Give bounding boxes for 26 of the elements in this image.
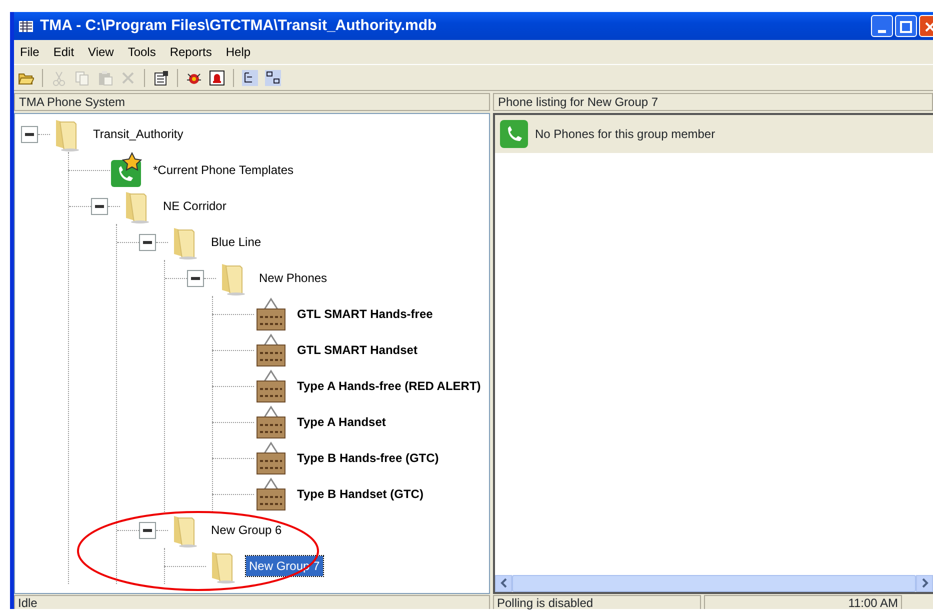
menu-item[interactable]: Tools (128, 43, 156, 61)
tree-item[interactable]: *Current Phone Templates (150, 160, 297, 180)
tree-item[interactable]: GTL SMART Handset (294, 340, 420, 360)
tree-item[interactable]: Type A Handset (294, 412, 389, 432)
status-text: 11:00 AM (704, 595, 902, 609)
tree-item[interactable]: Type B Handset (GTC) (294, 484, 426, 504)
tree-item[interactable]: New Group 6 (208, 520, 285, 540)
pane-header: TMA Phone System (14, 93, 490, 111)
menu-item[interactable]: View (88, 43, 114, 61)
tree-item[interactable]: Transit_Authority (90, 124, 186, 144)
menu-item[interactable]: Edit (53, 43, 74, 61)
tree-item[interactable]: NE Corridor (160, 196, 230, 216)
tree-item[interactable]: New Group 7 (246, 556, 323, 576)
window-title: TMA - C:\Program Files\GTCTMA\Transit_Authority.mdb (40, 16, 437, 36)
tree-item[interactable]: Blue Line (208, 232, 264, 252)
pane-header: Phone listing for New Group 7 (493, 93, 933, 111)
tree-item[interactable]: GTL SMART Hands-free (294, 304, 436, 324)
menu-item[interactable]: File (20, 43, 40, 61)
menu-item[interactable]: Help (226, 43, 251, 61)
status-text: Idle (14, 595, 490, 609)
menu-item[interactable]: Reports (170, 43, 212, 61)
tree-item[interactable]: Type A Hands-free (RED ALERT) (294, 376, 484, 396)
status-text: Polling is disabled (493, 595, 701, 609)
tree-item[interactable]: New Phones (256, 268, 330, 288)
empty-message: No Phones for this group member (535, 126, 716, 143)
tree-item[interactable]: Type B Hands-free (GTC) (294, 448, 442, 468)
